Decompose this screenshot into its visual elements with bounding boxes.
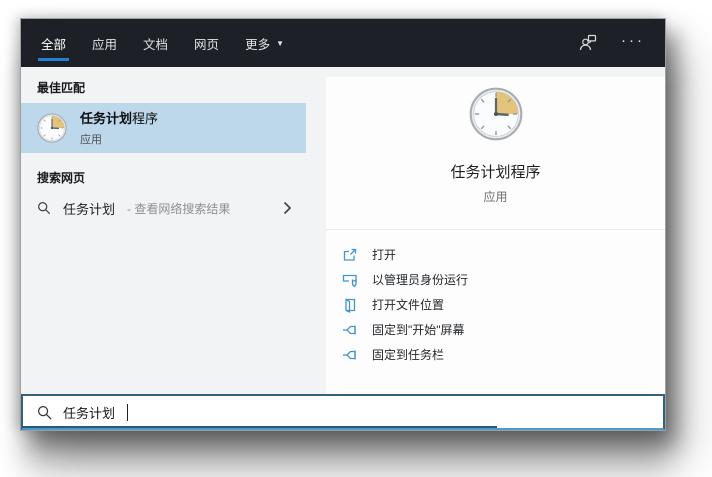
run-as-admin-icon: [342, 272, 358, 288]
open-file-location-icon: [342, 297, 358, 313]
best-match-result-task-scheduler[interactable]: 任务计划程序 应用: [21, 103, 306, 153]
results-area: 最佳匹配 任务计划程序 应用 搜索网页 任务计划 - 查看网络搜索结果 任务计划…: [21, 67, 665, 394]
tab-more-label: 更多: [245, 37, 271, 52]
screenshot-canvas: 全部 应用 文档 网页 更多 ▼ ··· 最佳匹配 任务计划程序 应用 搜索网页…: [0, 0, 712, 477]
action-pin-to-start[interactable]: 固定到"开始"屏幕: [326, 317, 665, 342]
tab-apps-label: 应用: [92, 37, 118, 52]
chevron-right-icon: [283, 201, 292, 215]
action-open-label: 打开: [372, 248, 397, 262]
task-scheduler-clock-icon-large: [469, 87, 523, 141]
preview-panel: 任务计划程序 应用 打开 以管理员身份运行 打开文件位置 固定到"开始"屏幕 固…: [316, 67, 665, 394]
search-icon: [37, 405, 52, 420]
results-left-panel: 最佳匹配 任务计划程序 应用 搜索网页 任务计划 - 查看网络搜索结果: [21, 67, 316, 394]
best-match-header: 最佳匹配: [37, 81, 86, 95]
action-run-as-admin-label: 以管理员身份运行: [372, 273, 469, 287]
app-preview-header: 任务计划程序 应用: [326, 77, 665, 229]
search-input-value: 任务计划: [63, 405, 116, 421]
web-search-suggestion[interactable]: 任务计划 - 查看网络搜索结果: [21, 193, 306, 223]
action-pin-to-start-label: 固定到"开始"屏幕: [372, 323, 465, 337]
tab-all-label: 全部: [41, 37, 67, 52]
more-options-icon[interactable]: ···: [621, 33, 645, 54]
search-flyout-window: 全部 应用 文档 网页 更多 ▼ ··· 最佳匹配 任务计划程序 应用 搜索网页…: [20, 18, 666, 431]
search-icon: [37, 201, 51, 215]
web-search-query: 任务计划: [63, 201, 116, 217]
text-caret: [127, 403, 129, 421]
tab-all[interactable]: 全部: [37, 19, 70, 67]
chevron-down-icon: ▼: [276, 38, 284, 48]
topbar-right-controls: ···: [579, 33, 645, 54]
search-filter-tabbar: 全部 应用 文档 网页 更多 ▼ ···: [21, 19, 665, 67]
action-pin-to-taskbar-label: 固定到任务栏: [372, 348, 445, 362]
app-actions-list: 打开 以管理员身份运行 打开文件位置 固定到"开始"屏幕 固定到任务栏: [326, 230, 665, 367]
feedback-person-icon[interactable]: [579, 34, 597, 52]
best-match-text: 任务计划程序 应用: [80, 110, 158, 147]
tab-documents-label: 文档: [143, 37, 169, 52]
web-search-header: 搜索网页: [37, 171, 86, 185]
app-title: 任务计划程序: [450, 164, 541, 181]
action-open-file-location-label: 打开文件位置: [372, 298, 445, 312]
task-scheduler-clock-icon: [37, 113, 67, 143]
app-preview-card: 任务计划程序 应用 打开 以管理员身份运行 打开文件位置 固定到"开始"屏幕 固…: [326, 77, 665, 394]
best-match-title: 任务计划程序: [80, 110, 159, 126]
tab-documents[interactable]: 文档: [143, 19, 168, 67]
app-subtitle: 应用: [483, 190, 508, 204]
pin-to-taskbar-icon: [342, 347, 358, 363]
tab-web[interactable]: 网页: [194, 19, 219, 67]
pin-to-start-icon: [342, 322, 358, 338]
tab-apps[interactable]: 应用: [92, 19, 117, 67]
action-run-as-admin[interactable]: 以管理员身份运行: [326, 267, 665, 292]
tab-more[interactable]: 更多 ▼: [245, 19, 284, 67]
web-search-suffix: - 查看网络搜索结果: [127, 201, 231, 216]
open-icon: [342, 247, 358, 263]
action-open[interactable]: 打开: [326, 242, 665, 267]
action-open-file-location[interactable]: 打开文件位置: [326, 292, 665, 317]
tab-web-label: 网页: [194, 37, 220, 52]
action-pin-to-taskbar[interactable]: 固定到任务栏: [326, 342, 665, 367]
search-input[interactable]: 任务计划: [21, 394, 665, 430]
best-match-subtitle: 应用: [80, 133, 102, 146]
